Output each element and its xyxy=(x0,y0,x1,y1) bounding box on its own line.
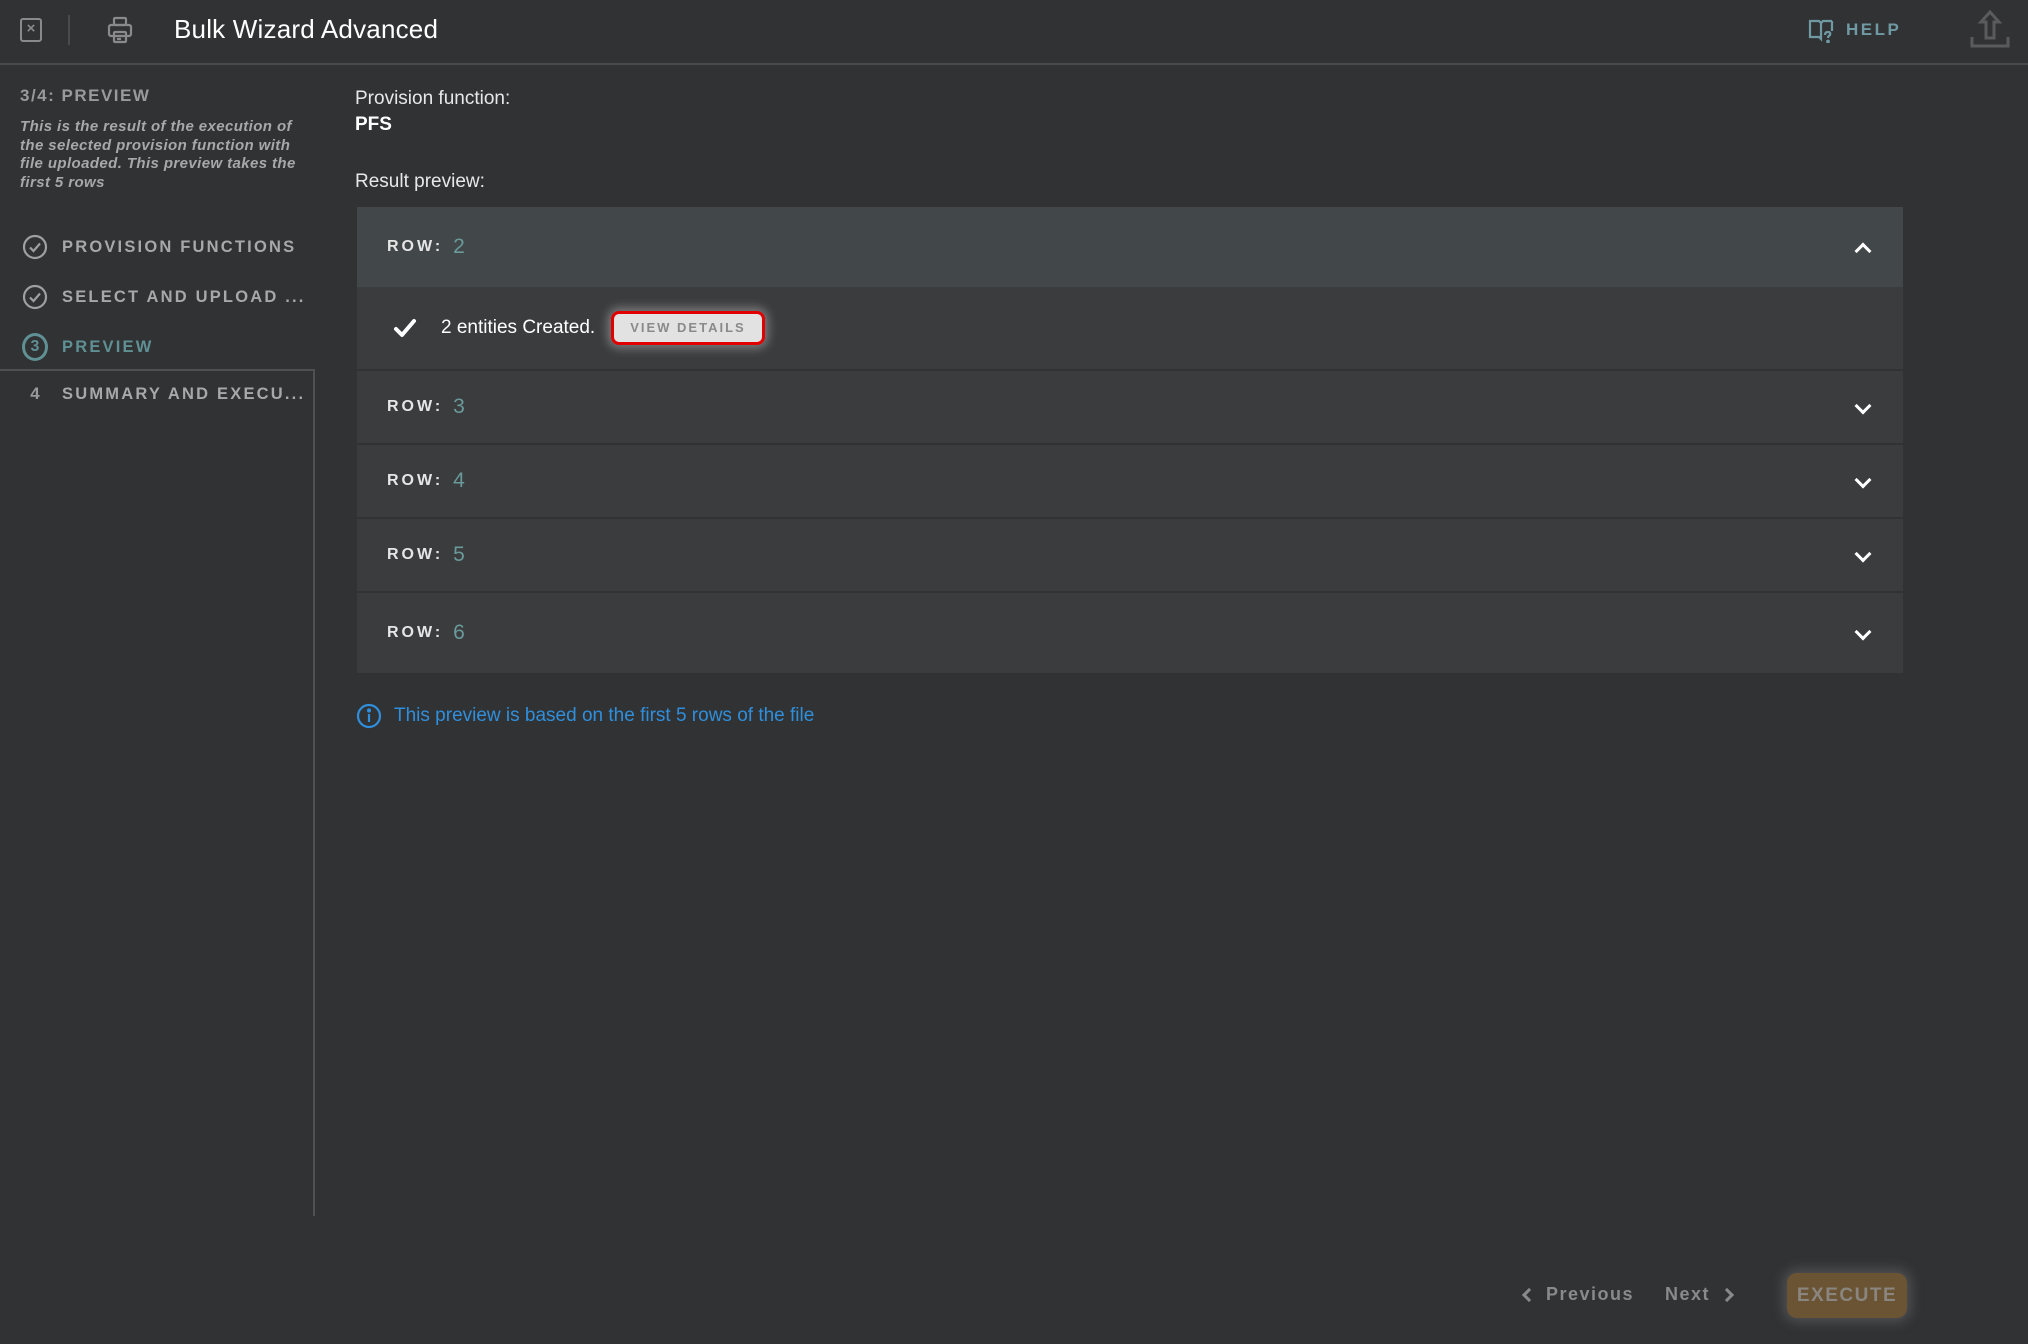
accordion-item: ROW: 4 xyxy=(357,445,1903,517)
step-label: PROVISION FUNCTIONS xyxy=(62,237,297,256)
step-summary-and-execute[interactable]: 4 SUMMARY AND EXECU... xyxy=(0,369,313,419)
previous-button[interactable]: Previous xyxy=(1521,1284,1635,1305)
step-number: 4 xyxy=(30,384,40,403)
wizard-steps: PROVISION FUNCTIONS SELECT AND UPLOAD ..… xyxy=(0,222,316,372)
accordion-item: ROW: 6 xyxy=(357,593,1903,673)
close-square-icon: × xyxy=(26,20,36,37)
help-label: HELP xyxy=(1846,20,1902,39)
view-details-button[interactable]: VIEW DETAILS xyxy=(611,311,765,345)
provision-function-label: Provision function: xyxy=(355,88,511,109)
previous-label: Previous xyxy=(1546,1284,1635,1304)
info-text: This preview is based on the first 5 row… xyxy=(394,705,815,726)
row-number: 5 xyxy=(453,543,465,566)
accordion-item: ROW: 5 xyxy=(357,519,1903,591)
help-button[interactable]: HELP xyxy=(1808,17,1901,43)
step-select-and-upload[interactable]: SELECT AND UPLOAD ... xyxy=(0,272,316,322)
chevron-down-icon xyxy=(1854,471,1872,489)
chevron-down-icon xyxy=(1854,545,1872,563)
preview-info-note: This preview is based on the first 5 row… xyxy=(356,703,814,729)
provision-function-value: PFS xyxy=(355,114,392,135)
upload-icon xyxy=(1970,9,2010,48)
step-provision-functions[interactable]: PROVISION FUNCTIONS xyxy=(0,222,316,272)
info-icon xyxy=(356,703,382,729)
print-button[interactable] xyxy=(106,16,134,44)
row-label: ROW: xyxy=(387,546,444,563)
upload-button[interactable] xyxy=(1970,9,2010,49)
step-label: SUMMARY AND EXECU... xyxy=(62,384,306,403)
printer-icon xyxy=(107,16,133,44)
chevron-up-icon xyxy=(1854,242,1872,260)
step-number-circle-icon: 3 xyxy=(22,333,48,361)
chevron-right-icon xyxy=(1719,1287,1735,1302)
pending-steps-panel xyxy=(0,369,315,1216)
check-icon xyxy=(394,319,416,337)
current-step-description: This is the result of the execution of t… xyxy=(20,118,296,191)
row-number: 6 xyxy=(453,621,465,644)
header-divider xyxy=(68,15,70,45)
row-label: ROW: xyxy=(387,238,444,255)
app-header: × Bulk Wizard Advanced HELP xyxy=(0,0,2028,65)
accordion-item: ROW: 3 xyxy=(357,371,1903,443)
accordion-header-row-5[interactable]: ROW: 5 xyxy=(357,519,1903,591)
accordion-body: 2 entities Created. VIEW DETAILS xyxy=(357,287,1903,369)
check-circle-icon xyxy=(22,284,48,310)
result-preview-accordion: ROW: 2 2 entities Created. VIEW DETAILS … xyxy=(357,207,1903,675)
close-button[interactable]: × xyxy=(20,18,42,42)
row-label: ROW: xyxy=(387,624,444,641)
accordion-header-row-2[interactable]: ROW: 2 xyxy=(357,207,1903,287)
row-number: 4 xyxy=(453,469,465,492)
accordion-header-row-3[interactable]: ROW: 3 xyxy=(357,371,1903,443)
chevron-down-icon xyxy=(1854,623,1872,641)
execute-button[interactable]: EXECUTE xyxy=(1787,1273,1907,1318)
accordion-item: ROW: 2 2 entities Created. VIEW DETAILS xyxy=(357,207,1903,369)
step-number-wrapper: 4 xyxy=(22,381,48,407)
check-circle-icon xyxy=(22,234,48,260)
next-button[interactable]: Next xyxy=(1665,1284,1735,1305)
row-number: 3 xyxy=(453,395,465,418)
accordion-header-row-4[interactable]: ROW: 4 xyxy=(357,445,1903,517)
row-label: ROW: xyxy=(387,398,444,415)
step-label: PREVIEW xyxy=(62,337,154,356)
chevron-down-icon xyxy=(1854,397,1872,415)
row-label: ROW: xyxy=(387,472,444,489)
step-number: 3 xyxy=(22,333,48,361)
accordion-header-row-6[interactable]: ROW: 6 xyxy=(357,593,1903,673)
page-title: Bulk Wizard Advanced xyxy=(174,14,439,44)
chevron-left-icon xyxy=(1521,1287,1537,1302)
row-number: 2 xyxy=(453,235,465,258)
next-label: Next xyxy=(1665,1284,1711,1304)
result-preview-label: Result preview: xyxy=(355,171,485,192)
step-preview[interactable]: 3 PREVIEW xyxy=(0,322,316,372)
current-step-title: 3/4: PREVIEW xyxy=(20,86,151,105)
step-label: SELECT AND UPLOAD ... xyxy=(62,287,306,306)
book-question-icon xyxy=(1808,19,1834,43)
result-message: 2 entities Created. xyxy=(441,317,596,338)
